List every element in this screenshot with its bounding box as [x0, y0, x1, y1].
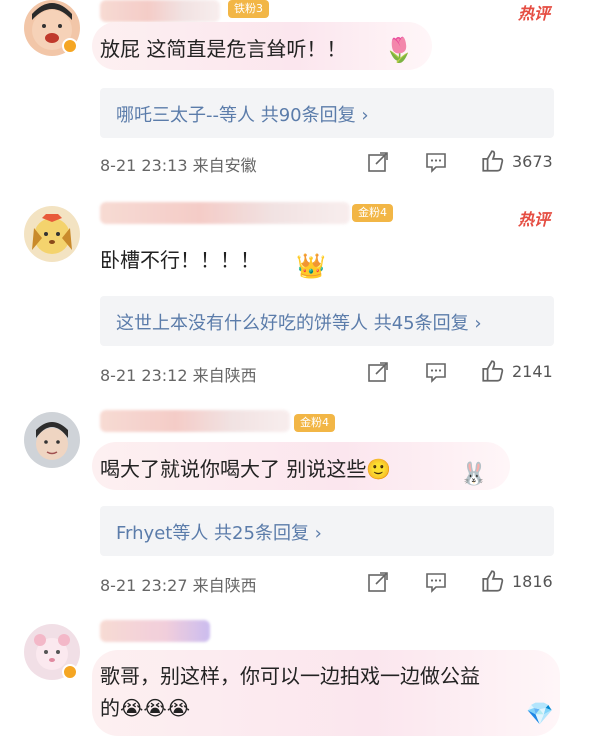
comment-item: 歌哥，别这样，你可以一边拍戏一边做公益 的😭😭😭 💎 [0, 620, 600, 736]
thumbs-up-icon[interactable] [480, 568, 506, 594]
thumbs-up-icon[interactable] [480, 148, 506, 174]
username-blurred[interactable] [100, 620, 210, 642]
hot-comment-label: 热评 [517, 210, 550, 229]
fan-badge: 铁粉3 [228, 0, 269, 18]
reply-summary-text: Frhyet等人 共25条回复 › [116, 523, 322, 544]
share-icon[interactable] [366, 360, 390, 384]
avatar[interactable] [24, 206, 80, 262]
reply-summary[interactable]: Frhyet等人 共25条回复 › [100, 506, 554, 556]
avatar-cartoon-dog-icon [32, 214, 72, 254]
purple-diamond-sticker-icon: 💎 [526, 702, 554, 727]
comment-text-line1: 歌哥，别这样，你可以一边拍戏一边做公益 [100, 664, 480, 688]
thumbs-up-icon[interactable] [480, 358, 506, 384]
comment-text: 喝大了就说你喝大了 别说这些🙂 [100, 457, 392, 481]
fan-badge: 金粉4 [294, 414, 335, 432]
hot-comment-label: 热评 [517, 4, 550, 23]
comment-item: 金粉4 喝大了就说你喝大了 别说这些🙂 🐰 Frhyet等人 共25条回复 › … [0, 410, 600, 600]
comment-meta: 8-21 23:12 来自陕西 [100, 366, 257, 385]
like-count: 2141 [512, 362, 553, 381]
comment-item: 金粉4 热评 卧槽不行！！！！ 👑 这世上本没有什么好吃的饼等人 共45条回复 … [0, 200, 600, 390]
verified-badge-icon [62, 38, 78, 54]
share-icon[interactable] [366, 570, 390, 594]
like-count: 1816 [512, 572, 553, 591]
reply-summary-text: 这世上本没有什么好吃的饼等人 共45条回复 › [116, 313, 482, 334]
comment-item: 铁粉3 热评 放屁 这简直是危言耸听！！ 🌷 哪吒三太子--等人 共90条回复 … [0, 0, 600, 190]
gold-crown-sticker-icon: 👑 [296, 252, 326, 280]
comment-icon[interactable] [424, 150, 448, 174]
username-blurred[interactable] [100, 0, 220, 22]
like-count: 3673 [512, 152, 553, 171]
username-blurred[interactable] [100, 410, 290, 432]
tulip-sticker-icon: 🌷 [384, 36, 414, 64]
comment-text-line2: 的😭😭😭 [100, 696, 191, 720]
reply-summary[interactable]: 这世上本没有什么好吃的饼等人 共45条回复 › [100, 296, 554, 346]
fan-badge: 金粉4 [352, 204, 393, 222]
share-icon[interactable] [366, 150, 390, 174]
reply-summary-text: 哪吒三太子--等人 共90条回复 › [116, 105, 369, 126]
comment-icon[interactable] [424, 570, 448, 594]
avatar-portrait-icon [36, 422, 68, 460]
reply-summary[interactable]: 哪吒三太子--等人 共90条回复 › [100, 88, 554, 138]
comment-icon[interactable] [424, 360, 448, 384]
bunny-sticker-icon: 🐰 [460, 462, 488, 487]
comment-text: 放屁 这简直是危言耸听！！ [100, 37, 347, 61]
comment-text: 卧槽不行！！！！ [100, 248, 260, 272]
comment-meta: 8-21 23:27 来自陕西 [100, 576, 257, 595]
comment-meta: 8-21 23:13 来自安徽 [100, 156, 257, 175]
verified-badge-icon [62, 664, 78, 680]
avatar[interactable] [24, 412, 80, 468]
username-blurred[interactable] [100, 202, 350, 224]
